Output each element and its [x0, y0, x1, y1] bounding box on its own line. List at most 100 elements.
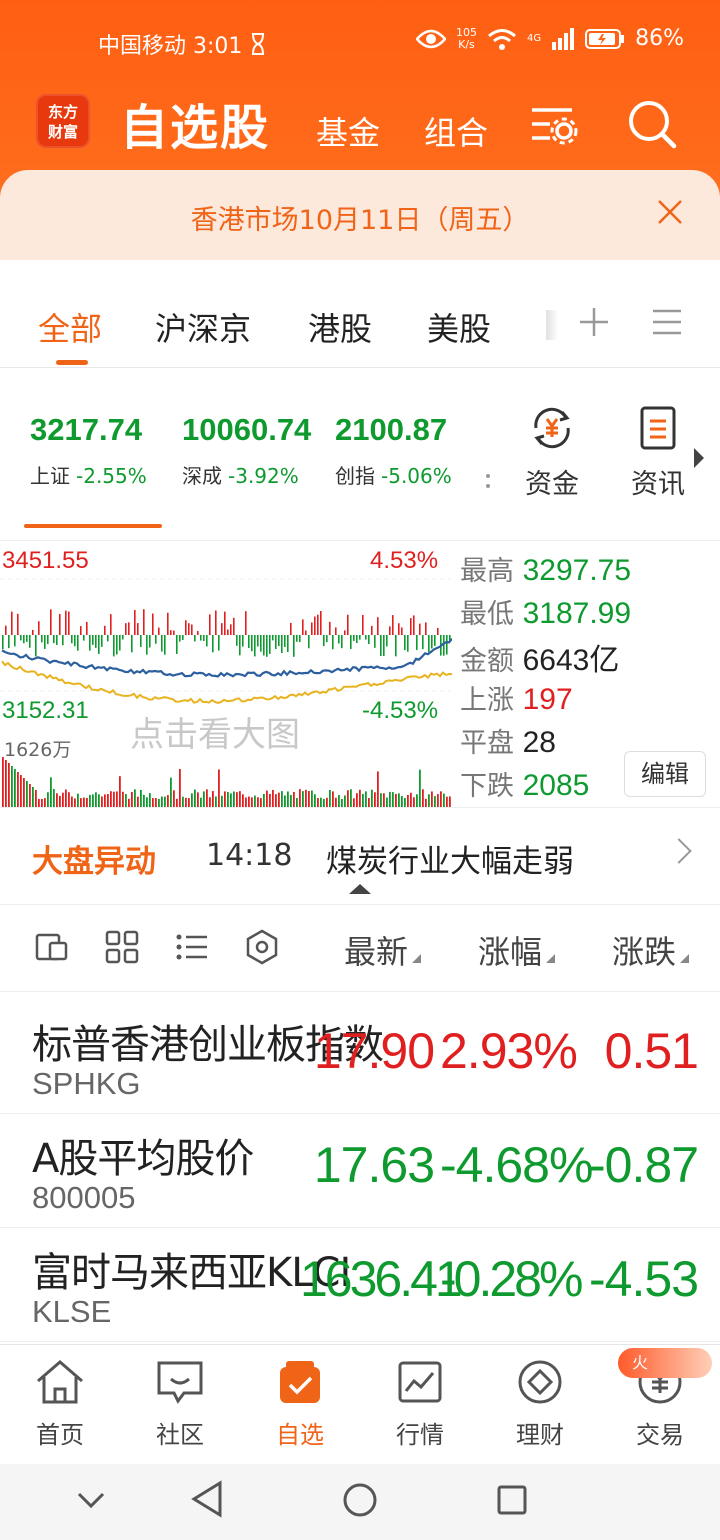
nav-community[interactable]: 社区 [130, 1359, 230, 1450]
market-overview-panel: 3451.55 4.53% 3152.31 -4.53% 1626万 点击看大图… [0, 540, 720, 808]
breadth-bar [278, 635, 280, 647]
tab-us-stocks[interactable]: 美股 [427, 304, 491, 350]
tab-all[interactable]: 全部 [38, 304, 102, 350]
stat-label: 最低 [460, 599, 514, 630]
breadth-bar [359, 635, 361, 640]
volume-bar [140, 789, 142, 807]
column-pct[interactable]: 涨幅 [478, 927, 556, 973]
breadth-bar [146, 635, 148, 655]
page-title[interactable]: 自选股 [120, 88, 270, 158]
volume-bar [110, 791, 112, 807]
search-icon[interactable] [626, 98, 678, 150]
breadth-bar [221, 623, 223, 635]
volume-bar [134, 789, 136, 807]
breadth-bar [35, 635, 37, 657]
alert-title: 大盘异动 [32, 844, 156, 880]
breadth-bar [431, 635, 433, 649]
breadth-bar [419, 623, 421, 635]
nav-market[interactable]: 行情 [370, 1359, 470, 1450]
back-icon[interactable] [190, 1480, 224, 1518]
stock-row[interactable]: 标普香港创业板指数 SPHKG 17.90 2.93% 0.51 [0, 1000, 720, 1114]
breadth-bar [5, 625, 7, 635]
more-arrow-icon[interactable] [694, 448, 704, 468]
volume-bar [146, 797, 148, 807]
stock-row[interactable]: 富时马来西亚KLCI KLSE 1636.41 -0.28% -4.53 [0, 1228, 720, 1342]
list-settings-icon[interactable] [528, 98, 580, 150]
layout-card-icon[interactable] [34, 929, 70, 965]
breadth-bar [266, 635, 268, 657]
volume-bar [74, 798, 76, 807]
sort-icon [680, 954, 690, 963]
volume-bar [290, 795, 292, 807]
nav-home[interactable]: 首页 [10, 1359, 110, 1450]
column-change[interactable]: 涨跌 [612, 927, 690, 973]
stat-label: 金额 [460, 646, 514, 677]
nav-watchlist[interactable]: 自选 [250, 1359, 350, 1450]
eastmoney-logo[interactable]: 东方 财富 [36, 94, 90, 148]
breadth-bar [107, 635, 109, 642]
volume-bar [185, 797, 187, 807]
volume-bar [167, 795, 169, 807]
breadth-bar [326, 635, 328, 643]
breadth-bar [161, 635, 163, 652]
breadth-bar [191, 624, 193, 635]
quick-link-news[interactable]: 资讯 [618, 404, 698, 501]
menu-icon[interactable] [652, 308, 682, 336]
breadth-bar [170, 630, 172, 635]
eye-icon [415, 29, 446, 48]
breadth-bar [338, 635, 340, 644]
breadth-bar [119, 635, 121, 651]
home-circle-icon[interactable] [342, 1482, 378, 1518]
breadth-bar [392, 615, 394, 635]
volume-bar [368, 798, 370, 807]
volume-bar [353, 798, 355, 807]
chart-watermark: 点击看大图 [130, 715, 300, 755]
volume-bar [335, 797, 337, 807]
volume-bar [248, 796, 250, 807]
column-latest[interactable]: 最新 [344, 927, 422, 973]
volume-bar [44, 798, 46, 807]
index-sh[interactable]: 3217.74 上证 -2.55% [30, 412, 147, 489]
tab-combo[interactable]: 组合 [424, 108, 488, 154]
chevron-down-icon[interactable] [76, 1490, 106, 1510]
volume-bar [311, 790, 313, 807]
volume-bar [47, 792, 49, 807]
tab-hk-stocks[interactable]: 港股 [308, 304, 372, 350]
hot-badge[interactable]: 火 [618, 1348, 712, 1378]
recents-icon[interactable] [496, 1484, 528, 1516]
chart-high-pct: 4.53% [370, 547, 439, 574]
grid-view-icon[interactable] [104, 929, 140, 965]
stat-label: 平盘 [460, 728, 514, 759]
add-icon[interactable] [578, 306, 610, 338]
stock-row[interactable]: A股平均股价 800005 17.63 -4.68% -0.87 [0, 1114, 720, 1228]
intraday-mini-chart[interactable] [0, 541, 452, 809]
breadth-bar [134, 609, 136, 635]
breadth-bar [8, 635, 10, 649]
list-view-icon[interactable] [174, 929, 210, 965]
quick-link-funds[interactable]: 资金 [512, 404, 592, 501]
nav-wealth[interactable]: 理财 [490, 1359, 590, 1450]
watchlist: 标普香港创业板指数 SPHKG 17.90 2.93% 0.51 A股平均股价 … [0, 1000, 720, 1342]
stock-change: 0.51 [604, 1023, 699, 1079]
index-sz[interactable]: 10060.74 深成 -3.92% [182, 412, 311, 489]
volume-bar [260, 798, 262, 807]
index-cy[interactable]: 2100.87 创指 -5.06% [335, 412, 452, 489]
settings-hex-icon[interactable] [244, 929, 280, 965]
tab-shenzhen-shanghai-beijing[interactable]: 沪深京 [155, 304, 251, 350]
stat-label: 上涨 [460, 685, 514, 716]
breadth-bar [236, 635, 238, 646]
volume-bar [155, 798, 157, 807]
close-icon[interactable] [656, 198, 684, 226]
breadth-bar [65, 610, 67, 635]
volume-bar [338, 795, 340, 807]
stock-pct: -0.28% [440, 1251, 583, 1307]
tab-fund[interactable]: 基金 [316, 108, 380, 154]
stat-value: 28 [522, 726, 556, 759]
edit-button[interactable]: 编辑 [624, 751, 706, 797]
market-banner[interactable]: 香港市场10月11日（周五） [0, 170, 720, 260]
breadth-bar [332, 635, 334, 650]
breadth-bar [428, 635, 430, 653]
volume-bar [356, 793, 358, 807]
volume-bar [230, 793, 232, 807]
volume-bar [410, 792, 412, 807]
